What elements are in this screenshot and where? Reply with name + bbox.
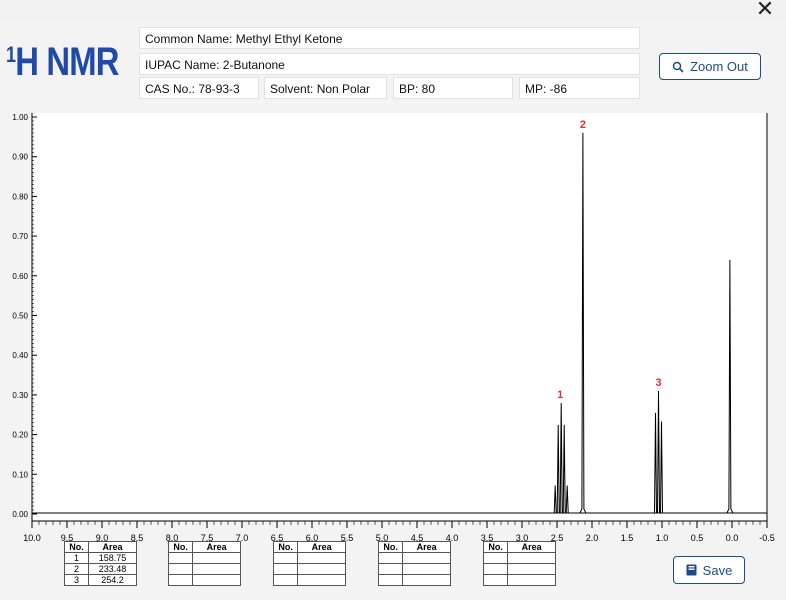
column-header-no: No.: [167, 541, 194, 553]
peak-number-cell: 3: [63, 574, 90, 586]
peak-label: 2: [580, 119, 586, 131]
x-tick-label: 1.0: [656, 533, 669, 543]
area-value-cell: [192, 563, 241, 575]
area-table-header-row: No. Area: [377, 541, 451, 553]
peak-number-cell: [167, 552, 194, 564]
area-table: No. Area: [377, 541, 451, 586]
area-table: No. Area: [167, 541, 241, 586]
column-header-area: Area: [192, 541, 241, 553]
column-header-no: No.: [272, 541, 299, 553]
column-header-area: Area: [88, 541, 137, 553]
area-value-cell: [402, 574, 451, 586]
peak-number-cell: [167, 563, 194, 575]
peak-number-cell: [167, 574, 194, 586]
area-table: No. Area: [272, 541, 346, 586]
table-row: [482, 563, 556, 575]
x-tick-label: 2.0: [586, 533, 599, 543]
y-tick-label: 1.00: [12, 113, 28, 122]
table-row: [167, 552, 241, 564]
column-header-area: Area: [297, 541, 346, 553]
peak-line: [579, 132, 587, 514]
area-value-cell: [297, 552, 346, 564]
peak-number-cell: [272, 552, 299, 564]
peak-number-cell: 1: [63, 552, 90, 564]
column-header-no: No.: [63, 541, 90, 553]
y-tick-label: 0.90: [12, 153, 28, 162]
y-tick-label: 0.40: [12, 351, 28, 360]
save-icon: [686, 564, 697, 576]
table-row: [377, 574, 451, 586]
area-value-cell: [507, 563, 556, 575]
table-row: [272, 574, 346, 586]
x-tick-label: 1.5: [621, 533, 634, 543]
table-row: [482, 574, 556, 586]
area-table: No. Area: [482, 541, 556, 586]
nmr-spectrum-chart: 0.00 0.10 0.20 0.30 0.40 0.50 0.60 0.70 0.80 0.90…: [12, 113, 775, 543]
area-value-cell: [192, 574, 241, 586]
peak-line: [726, 259, 734, 514]
column-header-area: Area: [507, 541, 556, 553]
y-tick-label: 0.00: [12, 510, 28, 519]
y-tick-label: 0.50: [12, 312, 28, 321]
area-value-cell: 233.48: [88, 563, 137, 575]
table-row: [377, 563, 451, 575]
area-value-cell: [402, 563, 451, 575]
area-value-cell: [192, 552, 241, 564]
table-row: [377, 552, 451, 564]
area-value-cell: 254.2: [88, 574, 137, 586]
peak-number-cell: [482, 552, 509, 564]
y-tick-label: 0.70: [12, 232, 28, 241]
save-button[interactable]: Save: [673, 556, 745, 584]
peak-number-cell: [482, 574, 509, 586]
x-tick-label: 0.5: [691, 533, 704, 543]
peak-label: 3: [655, 377, 661, 389]
y-tick-label: 0.10: [12, 470, 28, 479]
peak-number-cell: [377, 552, 404, 564]
area-table-header-row: No. Area: [272, 541, 346, 553]
y-tick-label: 0.80: [12, 192, 28, 201]
x-tick-label: -0.5: [759, 533, 775, 543]
area-value-cell: [507, 574, 556, 586]
area-value-cell: [297, 574, 346, 586]
peak-number-cell: [377, 563, 404, 575]
peak-number-cell: [272, 574, 299, 586]
area-table: No. Area 1 158.75 2 233.48 3 254.2: [63, 541, 137, 586]
table-row: [272, 552, 346, 564]
table-row: [167, 563, 241, 575]
save-label: Save: [702, 562, 733, 578]
x-tick-label: 10.0: [23, 533, 41, 543]
table-row: 2 233.48: [63, 563, 137, 575]
area-value-cell: [402, 552, 451, 564]
peak-label: 1: [557, 389, 563, 401]
area-table-header-row: No. Area: [63, 541, 137, 553]
area-table-header-row: No. Area: [167, 541, 241, 553]
peak-line: [652, 390, 665, 514]
peak-number-cell: 2: [63, 563, 90, 575]
table-row: 1 158.75: [63, 552, 137, 564]
column-header-area: Area: [402, 541, 451, 553]
table-row: [482, 552, 556, 564]
peak-number-cell: [377, 574, 404, 586]
x-tick-label: 0.0: [726, 533, 739, 543]
table-row: [167, 574, 241, 586]
y-tick-label: 0.60: [12, 272, 28, 281]
area-value-cell: [507, 552, 556, 564]
area-value-cell: 158.75: [88, 552, 137, 564]
peak-number-cell: [482, 563, 509, 575]
column-header-no: No.: [482, 541, 509, 553]
column-header-no: No.: [377, 541, 404, 553]
y-tick-label: 0.20: [12, 431, 28, 440]
peak-number-cell: [272, 563, 299, 575]
peak-line: [552, 402, 571, 514]
table-row: [272, 563, 346, 575]
area-value-cell: [297, 563, 346, 575]
table-row: 3 254.2: [63, 574, 137, 586]
area-table-header-row: No. Area: [482, 541, 556, 553]
y-tick-label: 0.30: [12, 391, 28, 400]
